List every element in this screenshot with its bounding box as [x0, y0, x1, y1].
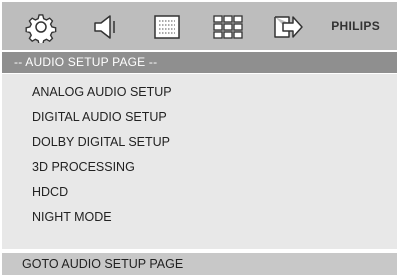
exit-icon[interactable] — [271, 11, 305, 43]
menu-item-night-mode[interactable]: NIGHT MODE — [32, 209, 172, 234]
setup-menu-screen: PHILIPS -- AUDIO SETUP PAGE -- ANALOG AU… — [2, 2, 399, 275]
top-icon-bar: PHILIPS — [2, 2, 397, 50]
menu-item-analog-audio-setup[interactable]: ANALOG AUDIO SETUP — [32, 84, 172, 109]
gear-icon[interactable] — [25, 11, 57, 43]
menu-item-3d-processing[interactable]: 3D PROCESSING — [32, 159, 172, 184]
menu-item-digital-audio-setup[interactable]: DIGITAL AUDIO SETUP — [32, 109, 172, 134]
brand-logo: PHILIPS — [331, 19, 380, 33]
speaker-icon[interactable] — [89, 11, 121, 43]
menu-item-hdcd[interactable]: HDCD — [32, 184, 172, 209]
menu-item-dolby-digital-setup[interactable]: DOLBY DIGITAL SETUP — [32, 134, 172, 159]
status-bar: GOTO AUDIO SETUP PAGE — [2, 253, 397, 275]
menu-panel: ANALOG AUDIO SETUP DIGITAL AUDIO SETUP D… — [2, 74, 397, 249]
page-title: -- AUDIO SETUP PAGE -- — [2, 52, 397, 73]
menu-list: ANALOG AUDIO SETUP DIGITAL AUDIO SETUP D… — [32, 84, 172, 234]
screen-icon[interactable] — [151, 11, 183, 43]
grid-icon[interactable] — [211, 11, 245, 43]
